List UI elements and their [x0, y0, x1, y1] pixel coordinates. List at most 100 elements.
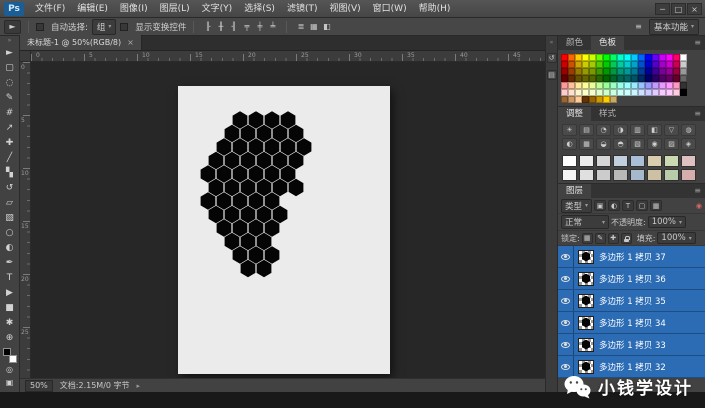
- color-swatch[interactable]: [568, 68, 575, 75]
- color-swatch[interactable]: [659, 68, 666, 75]
- filter-toggle-icon[interactable]: ◉: [696, 202, 702, 210]
- color-swatch[interactable]: [680, 82, 687, 89]
- style-swatch[interactable]: [664, 169, 679, 181]
- adjustment-icon[interactable]: ▦: [579, 138, 594, 150]
- style-swatch[interactable]: [630, 169, 645, 181]
- color-swatch[interactable]: [638, 61, 645, 68]
- layer-row[interactable]: 多边形 1 拷贝 37: [558, 246, 705, 268]
- panel-menu-icon[interactable]: ≡: [690, 107, 705, 121]
- align-icon[interactable]: ╧: [266, 20, 279, 33]
- color-swatch[interactable]: [666, 75, 673, 82]
- color-swatch[interactable]: [568, 82, 575, 89]
- align-icon[interactable]: ╢: [227, 20, 240, 33]
- adjustment-icon[interactable]: ◈: [681, 138, 696, 150]
- color-swatch[interactable]: [659, 75, 666, 82]
- style-swatch[interactable]: [562, 155, 577, 167]
- color-swatch[interactable]: [673, 68, 680, 75]
- color-swatch[interactable]: [680, 75, 687, 82]
- marquee-tool[interactable]: ▢: [1, 60, 19, 75]
- color-swatch[interactable]: [673, 54, 680, 61]
- color-swatch[interactable]: [666, 89, 673, 96]
- style-swatch[interactable]: [613, 155, 628, 167]
- color-swatch[interactable]: [673, 89, 680, 96]
- color-swatch[interactable]: [596, 68, 603, 75]
- color-swatch[interactable]: [673, 82, 680, 89]
- style-swatch[interactable]: [579, 155, 594, 167]
- tab-swatches[interactable]: 色板: [591, 36, 624, 50]
- shape-tool[interactable]: ■: [1, 300, 19, 315]
- color-swatch[interactable]: [673, 75, 680, 82]
- color-swatch[interactable]: [645, 75, 652, 82]
- color-swatch[interactable]: [582, 89, 589, 96]
- collapse-chevron-icon[interactable]: »: [8, 37, 12, 45]
- history-brush-tool[interactable]: ↺: [1, 180, 19, 195]
- color-swatch[interactable]: [568, 75, 575, 82]
- move-tool[interactable]: ►: [1, 45, 19, 60]
- foreground-color-chip[interactable]: [3, 348, 11, 356]
- color-swatch[interactable]: [652, 61, 659, 68]
- color-swatch[interactable]: [596, 82, 603, 89]
- color-swatch[interactable]: [645, 61, 652, 68]
- adjustment-icon[interactable]: ◧: [647, 124, 662, 136]
- adjustment-icon[interactable]: ◍: [681, 124, 696, 136]
- color-swatch[interactable]: [631, 68, 638, 75]
- color-swatch[interactable]: [568, 96, 575, 103]
- clone-stamp-tool[interactable]: ▚: [1, 165, 19, 180]
- gradient-tool[interactable]: ▧: [1, 210, 19, 225]
- color-swatch[interactable]: [652, 54, 659, 61]
- color-chips[interactable]: [3, 348, 17, 363]
- color-swatch[interactable]: [582, 75, 589, 82]
- adjustment-icon[interactable]: ▧: [630, 138, 645, 150]
- style-swatch[interactable]: [596, 155, 611, 167]
- workspace-grid-icon[interactable]: ≡: [632, 20, 645, 33]
- adjustment-icon[interactable]: ◒: [596, 138, 611, 150]
- color-swatch[interactable]: [666, 68, 673, 75]
- color-swatch[interactable]: [582, 68, 589, 75]
- filter-smart-objects-icon[interactable]: ▦: [650, 200, 662, 211]
- menu-item[interactable]: 窗口(W): [367, 0, 413, 18]
- color-swatch[interactable]: [631, 89, 638, 96]
- tab-styles[interactable]: 样式: [591, 107, 624, 121]
- color-swatch[interactable]: [638, 82, 645, 89]
- color-swatch[interactable]: [610, 54, 617, 61]
- color-swatch[interactable]: [624, 68, 631, 75]
- vertical-ruler[interactable]: 0510152025: [20, 62, 31, 378]
- auto-select-checkbox[interactable]: [36, 23, 44, 31]
- color-swatch[interactable]: [582, 61, 589, 68]
- properties-panel-icon[interactable]: ▤: [547, 70, 557, 80]
- color-swatch[interactable]: [561, 68, 568, 75]
- style-swatch[interactable]: [562, 169, 577, 181]
- screen-mode-button[interactable]: ▣: [1, 376, 19, 389]
- color-swatch[interactable]: [680, 54, 687, 61]
- layer-row[interactable]: 多边形 1 拷贝 35: [558, 290, 705, 312]
- close-icon[interactable]: ×: [127, 38, 134, 47]
- color-swatch[interactable]: [610, 89, 617, 96]
- color-swatch[interactable]: [617, 54, 624, 61]
- menu-item[interactable]: 滤镜(T): [281, 0, 324, 18]
- visibility-toggle[interactable]: [558, 246, 574, 267]
- adjustment-icon[interactable]: ☀: [562, 124, 577, 136]
- color-swatch[interactable]: [666, 54, 673, 61]
- layer-filter-dropdown[interactable]: 类型 ▾: [561, 199, 592, 213]
- color-swatch[interactable]: [624, 89, 631, 96]
- color-swatch[interactable]: [659, 89, 666, 96]
- status-arrow-icon[interactable]: ▸: [137, 382, 141, 390]
- color-swatch[interactable]: [561, 89, 568, 96]
- color-swatch[interactable]: [610, 61, 617, 68]
- menu-item[interactable]: 文件(F): [29, 0, 71, 18]
- color-swatch[interactable]: [652, 89, 659, 96]
- ruler-origin-corner[interactable]: [20, 51, 31, 62]
- visibility-toggle[interactable]: [558, 334, 574, 355]
- color-swatch[interactable]: [624, 82, 631, 89]
- color-swatch[interactable]: [603, 68, 610, 75]
- path-selection-tool[interactable]: ▶: [1, 285, 19, 300]
- lock-transparency-icon[interactable]: ▦: [582, 233, 593, 244]
- color-swatch[interactable]: [603, 61, 610, 68]
- color-swatch[interactable]: [638, 89, 645, 96]
- color-swatch[interactable]: [561, 75, 568, 82]
- color-swatch[interactable]: [645, 68, 652, 75]
- eraser-tool[interactable]: ▱: [1, 195, 19, 210]
- style-swatch[interactable]: [613, 169, 628, 181]
- canvas-area[interactable]: [31, 62, 545, 378]
- color-swatch[interactable]: [645, 89, 652, 96]
